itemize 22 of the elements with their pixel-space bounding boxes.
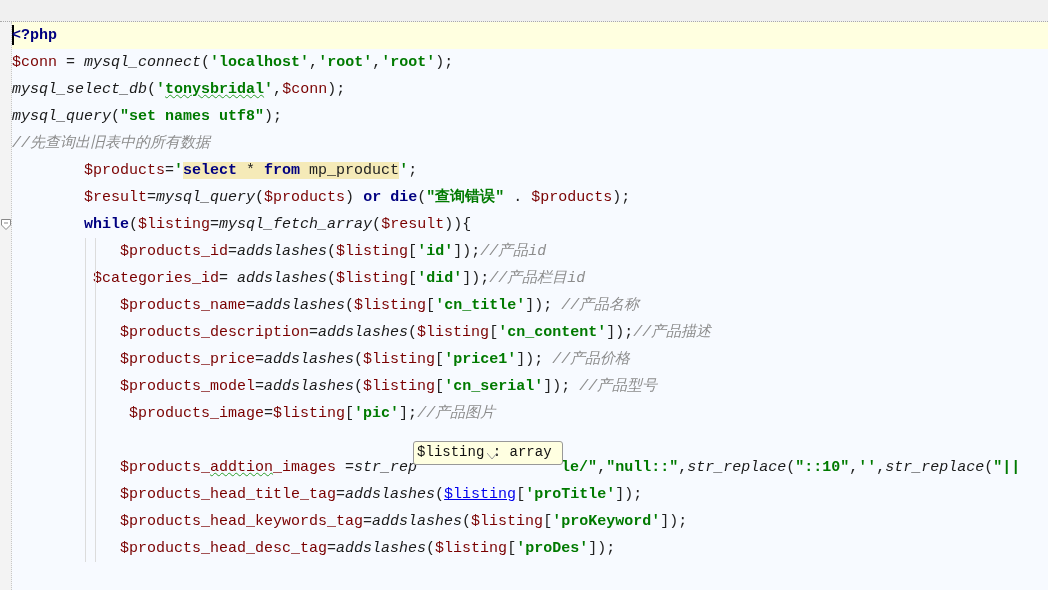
code-line: $products_head_title_tag=addslashes($listing['proTitle']); — [119, 485, 644, 505]
fold-icon[interactable] — [1, 219, 11, 230]
code-line: $products_image=$listing['pic'];//产品图片 — [128, 403, 498, 424]
code-line: $products_head_keywords_tag=addslashes($listing['proKeyword']); — [119, 512, 689, 532]
code-line: mysql_query("set names utf8"); — [12, 107, 284, 127]
code-line: while($listing=mysql_fetch_array($result)){ — [83, 215, 473, 235]
tooltip: $listing : array — [413, 441, 564, 465]
code-line: $products='select * from mp_product'; — [83, 161, 419, 181]
code-line: $categories_id= addslashes($listing['did']);//产品栏目id — [92, 268, 587, 289]
code-line: $products_model=addslashes($listing['cn_serial']); //产品型号 — [119, 376, 659, 397]
code-line: mysql_select_db('tonysbridal',$conn); — [12, 80, 347, 100]
code-line: //先查询出旧表中的所有数据 — [12, 133, 213, 154]
tooltip-pointer — [487, 453, 498, 460]
code-line: $products_description=addslashes($listing['cn_content']);//产品描述 — [119, 322, 713, 343]
code-fragment: le/","null::",str_replace("::10",'',str_replace("|| — [561, 459, 1021, 476]
code-line: $products_head_desc_tag=addslashes($listing['proDes']); — [119, 539, 617, 559]
variable-link[interactable]: $listing — [444, 486, 517, 503]
code-line: $products_id=addslashes($listing['id']);//产品id — [119, 241, 548, 262]
code-line: $products_name=addslashes($listing['cn_title']); //产品名称 — [119, 295, 642, 316]
code-line: $products_price=addslashes($listing['price1']); //产品价格 — [119, 349, 632, 370]
code-line: $result=mysql_query($products) or die("查询错误" . $products); — [83, 187, 632, 208]
code-line: $conn = mysql_connect('localhost','root','root'); — [12, 53, 455, 73]
